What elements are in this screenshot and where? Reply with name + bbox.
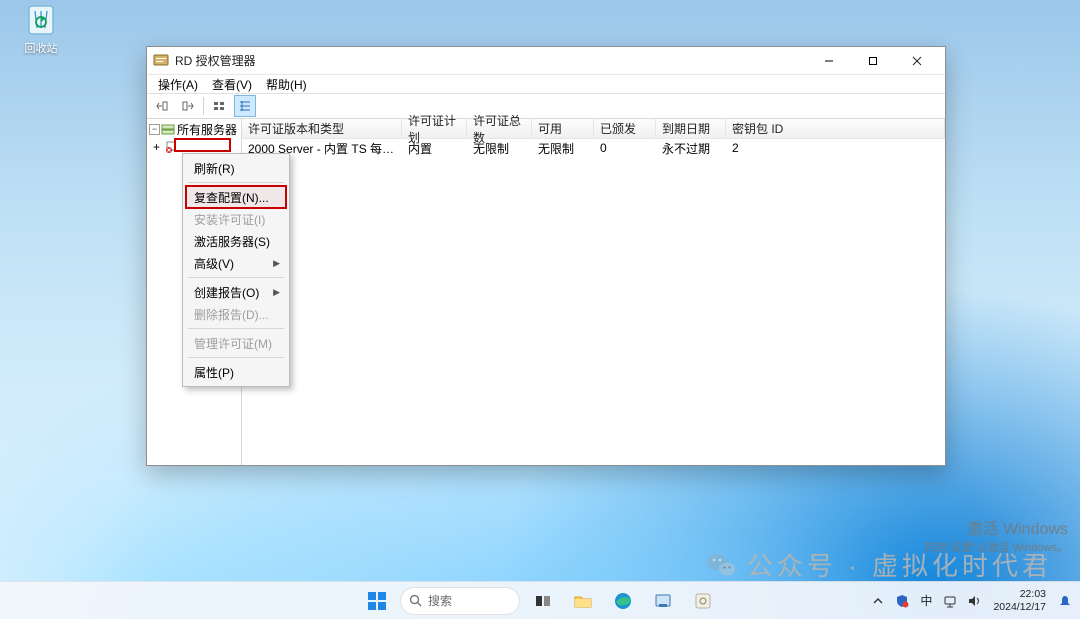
- cell-issued: 0: [594, 141, 656, 155]
- recycle-bin-icon: [23, 2, 59, 38]
- ctx-advanced-label: 高级(V): [194, 255, 234, 272]
- menu-help[interactable]: 帮助(H): [259, 75, 314, 94]
- tray-security-icon[interactable]: [893, 592, 911, 610]
- close-button[interactable]: [895, 47, 939, 74]
- col-available[interactable]: 可用: [532, 119, 594, 139]
- menu-action[interactable]: 操作(A): [151, 75, 205, 94]
- tree-expander-icon[interactable]: +: [153, 140, 160, 154]
- tree-expander-icon[interactable]: −: [149, 124, 160, 135]
- start-button[interactable]: [360, 585, 394, 617]
- tray-clock[interactable]: 22:03 2024/12/17: [989, 588, 1050, 612]
- submenu-arrow-icon: ▶: [273, 258, 280, 269]
- tray-volume-icon[interactable]: [965, 592, 983, 610]
- cell-plan: 内置: [402, 140, 467, 157]
- ctx-separator: [188, 328, 284, 329]
- activation-watermark: 激活 Windows 转到"设置"以激活 Windows。: [925, 515, 1069, 555]
- menu-view[interactable]: 查看(V): [205, 75, 259, 94]
- taskbar-explorer[interactable]: [566, 585, 600, 617]
- col-expiry[interactable]: 到期日期: [656, 119, 726, 139]
- tray-notifications-icon[interactable]: [1056, 592, 1074, 610]
- ctx-create-report-label: 创建报告(O): [194, 284, 259, 301]
- ctx-delete-report[interactable]: 删除报告(D)...: [186, 303, 286, 325]
- col-total[interactable]: 许可证总数: [467, 119, 532, 139]
- maximize-button[interactable]: [851, 47, 895, 74]
- window-controls: [807, 47, 939, 74]
- taskbar-search[interactable]: 搜索: [400, 587, 520, 615]
- toolbar-btn-2[interactable]: [177, 95, 199, 117]
- taskbar-center: 搜索: [360, 582, 720, 619]
- ctx-separator: [188, 182, 284, 183]
- ctx-advanced[interactable]: 高级(V) ▶: [186, 252, 286, 274]
- taskbar-app-1[interactable]: [646, 585, 680, 617]
- activation-line1: 激活 Windows: [925, 515, 1069, 539]
- task-view-button[interactable]: [526, 585, 560, 617]
- minimize-button[interactable]: [807, 47, 851, 74]
- ctx-activate-server[interactable]: 激活服务器(S): [186, 230, 286, 252]
- tree-root[interactable]: − 所有服务器: [147, 121, 241, 137]
- ctx-properties[interactable]: 属性(P): [186, 361, 286, 383]
- list-row[interactable]: 2000 Server - 内置 TS 每设... 内置 无限制 无限制 0 永…: [242, 139, 945, 157]
- submenu-arrow-icon: ▶: [273, 287, 280, 298]
- window-title: RD 授权管理器: [175, 52, 807, 69]
- context-menu: 刷新(R) 复查配置(N)... 安装许可证(I) 激活服务器(S) 高级(V)…: [182, 153, 290, 387]
- tree-pane: − 所有服务器 + 刷新(R) 复查配置(N)... 安装许可证(I): [147, 119, 242, 465]
- toolbar-btn-1[interactable]: [151, 95, 173, 117]
- tree-root-label: 所有服务器: [177, 121, 237, 138]
- ctx-separator: [188, 277, 284, 278]
- tray-chevron-up-icon[interactable]: [869, 592, 887, 610]
- ctx-install-licenses[interactable]: 安装许可证(I): [186, 208, 286, 230]
- toolbar: [147, 94, 945, 119]
- tray-date: 2024/12/17: [993, 601, 1046, 613]
- ctx-separator: [188, 357, 284, 358]
- toolbar-btn-3[interactable]: [208, 95, 230, 117]
- menubar: 操作(A) 查看(V) 帮助(H): [147, 75, 945, 94]
- titlebar[interactable]: RD 授权管理器: [147, 47, 945, 75]
- taskbar-edge[interactable]: [606, 585, 640, 617]
- cell-available: 无限制: [532, 140, 594, 157]
- recycle-bin[interactable]: 回收站: [10, 2, 72, 56]
- tree-selection-highlight: [174, 138, 231, 152]
- ctx-refresh[interactable]: 刷新(R): [186, 157, 286, 179]
- ctx-manage-licenses[interactable]: 管理许可证(M): [186, 332, 286, 354]
- search-icon: [409, 594, 422, 607]
- cell-expiry: 永不过期: [656, 140, 726, 157]
- col-keypack-id[interactable]: 密钥包 ID: [726, 119, 945, 139]
- ctx-create-report[interactable]: 创建报告(O) ▶: [186, 281, 286, 303]
- toolbar-btn-4[interactable]: [234, 95, 256, 117]
- cell-keypack-id: 2: [726, 141, 945, 155]
- tree-server-node[interactable]: + 刷新(R) 复查配置(N)... 安装许可证(I) 激活服务器(S) 高级(…: [147, 138, 241, 154]
- servers-icon: [161, 122, 175, 136]
- taskbar: 搜索 中 22:03 2024/12/17: [0, 581, 1080, 619]
- tray-network-icon[interactable]: [941, 592, 959, 610]
- tray-time: 22:03: [993, 588, 1046, 600]
- tray-ime[interactable]: 中: [917, 592, 935, 610]
- col-issued[interactable]: 已颁发: [594, 119, 656, 139]
- cell-total: 无限制: [467, 140, 532, 157]
- search-placeholder: 搜索: [428, 592, 452, 609]
- list-header: 许可证版本和类型 许可证计划 许可证总数 可用 已颁发 到期日期 密钥包 ID: [242, 119, 945, 139]
- ctx-review-config[interactable]: 复查配置(N)...: [186, 186, 286, 208]
- list-pane: 许可证版本和类型 许可证计划 许可证总数 可用 已颁发 到期日期 密钥包 ID …: [242, 119, 945, 465]
- col-plan[interactable]: 许可证计划: [402, 119, 467, 139]
- col-version-type[interactable]: 许可证版本和类型: [242, 119, 402, 139]
- app-icon: [153, 53, 169, 69]
- toolbar-separator: [203, 97, 204, 115]
- recycle-bin-label: 回收站: [25, 40, 58, 56]
- activation-line2: 转到"设置"以激活 Windows。: [925, 539, 1069, 555]
- rd-licensing-manager-window: RD 授权管理器 操作(A) 查看(V) 帮助(H) − 所有服务器: [146, 46, 946, 466]
- system-tray: 中 22:03 2024/12/17: [869, 582, 1074, 619]
- taskbar-app-2[interactable]: [686, 585, 720, 617]
